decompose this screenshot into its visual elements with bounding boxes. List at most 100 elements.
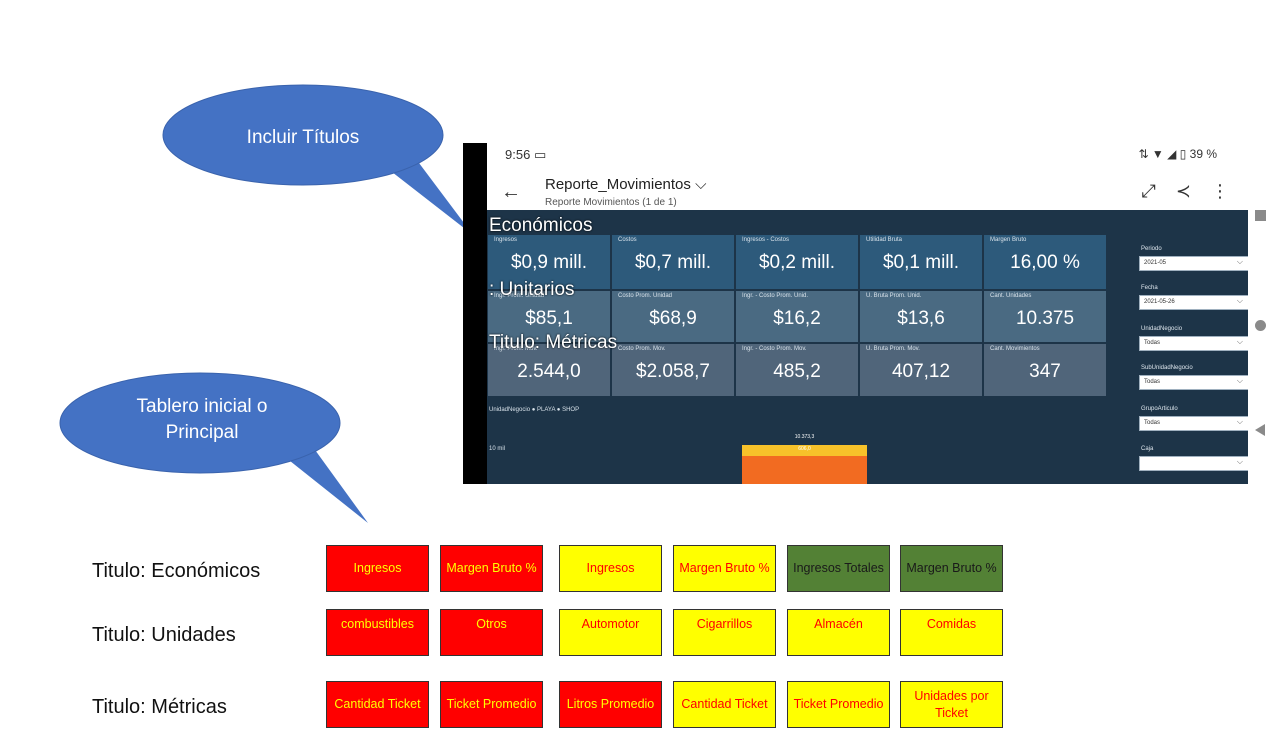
- kpi-value: $0,7 mill.: [634, 252, 712, 273]
- callout-text: Incluir Títulos: [246, 127, 360, 148]
- indicator-box: Almacén: [787, 609, 890, 656]
- bar-segment-label: 606,0: [798, 446, 811, 452]
- kpi-value: 10.375: [1015, 308, 1075, 329]
- kpi-label: U. Bruta Prom. Mov.: [866, 346, 920, 352]
- kpi-tile[interactable]: U. Bruta Prom. Mov. 407,12: [859, 343, 983, 397]
- filter-dropdown[interactable]: 2021-05: [1139, 256, 1249, 271]
- phone-edge: [463, 143, 487, 484]
- kpi-value: $2.058,7: [636, 361, 710, 382]
- indicator-box: Automotor: [559, 609, 662, 656]
- kpi-value: 407,12: [891, 361, 951, 382]
- filter-label: UnidadNegocio: [1141, 326, 1183, 332]
- more-icon[interactable]: ⋮: [1211, 181, 1229, 202]
- kpi-tile[interactable]: Costo Prom. Unidad $68,9: [611, 290, 735, 343]
- callout-incluir-titulos: Incluir Títulos: [162, 84, 473, 235]
- chevron-down-icon: ⌵: [695, 176, 707, 193]
- kpi-label: Utilidad Bruta: [866, 237, 903, 243]
- kpi-tile[interactable]: Ingresos - Costos $0,2 mill.: [735, 234, 859, 290]
- callout-text: Tablero inicial o Principal: [136, 396, 268, 443]
- indicator-box: Otros: [440, 609, 543, 656]
- kpi-value: $85,1: [525, 308, 573, 329]
- kpi-label: Ingr. - Costo Prom. Unid.: [742, 293, 809, 299]
- row-title: Titulo: Económicos: [92, 560, 261, 582]
- indicator-box: Margen Bruto %: [900, 545, 1003, 592]
- indicator-box: Unidades por Ticket: [900, 681, 1003, 728]
- kpi-label: U. Bruta Prom. Unid.: [866, 293, 922, 299]
- kpi-label: Ingr. - Costo Prom. Mov.: [742, 346, 807, 352]
- filter-label: GrupoArticulo: [1141, 406, 1178, 412]
- signal-icon: ⇅ ▼ ◢ ▯: [1138, 147, 1190, 161]
- kpi-value: $0,1 mill.: [882, 252, 960, 273]
- status-bar-time: 9:56 ▭: [505, 147, 547, 162]
- report-subtitle: Reporte Movimientos (1 de 1): [545, 197, 677, 208]
- kpi-tile[interactable]: Costo Prom. Mov. $2.058,7: [611, 343, 735, 397]
- kpi-value: $68,9: [649, 308, 697, 329]
- kpi-tile[interactable]: Ingr. - Costo Prom. Unid. $16,2: [735, 290, 859, 343]
- kpi-value: $0,9 mill.: [510, 252, 588, 273]
- phone-screenshot: 9:56 ▭ ⇅ ▼ ◢ ▯ 39 % ← Reporte_Movimiento…: [463, 143, 1249, 484]
- kpi-tile[interactable]: Margen Bruto 16,00 %: [983, 234, 1107, 290]
- indicator-box: Cantidad Ticket: [673, 681, 776, 728]
- speech-bubble-shape: [162, 84, 473, 235]
- dashboard-canvas: Ingresos $0,9 mill. Costos $0,7 mill. Ingres…: [487, 210, 1249, 484]
- overlay-title-unitarios: : Unitarios: [489, 279, 575, 300]
- kpi-label: Costo Prom. Unidad: [618, 293, 673, 299]
- indicator-box: Margen Bruto %: [440, 545, 543, 592]
- overlay-title-economicos: Económicos: [489, 215, 593, 236]
- indicator-box: Cigarrillos: [673, 609, 776, 656]
- back-nav-icon[interactable]: [1255, 424, 1265, 436]
- filter-label: Fecha: [1141, 285, 1158, 291]
- home-icon[interactable]: [1255, 320, 1266, 331]
- kpi-label: Costos: [618, 237, 637, 243]
- share-icon[interactable]: ≺: [1176, 181, 1191, 202]
- cast-icon: ▭: [533, 147, 547, 162]
- report-title[interactable]: Reporte_Movimientos ⌵: [545, 176, 706, 193]
- kpi-value: $0,2 mill.: [758, 252, 836, 273]
- kpi-tile[interactable]: U. Bruta Prom. Unid. $13,6: [859, 290, 983, 343]
- indicator-box: Litros Promedio: [559, 681, 662, 728]
- filter-label: Caja: [1141, 446, 1154, 452]
- kpi-tile[interactable]: Cant. Movimientos 347: [983, 343, 1107, 397]
- indicator-box: Ticket Promedio: [787, 681, 890, 728]
- back-arrow-icon[interactable]: ←: [501, 181, 521, 204]
- kpi-tile[interactable]: Cant. Unidades 10.375: [983, 290, 1107, 343]
- row-title: Titulo: Unidades: [92, 624, 236, 646]
- row-title: Titulo: Métricas: [92, 696, 227, 718]
- kpi-label: Margen Bruto: [990, 237, 1027, 243]
- bar-total-label: 10.373,3: [794, 434, 815, 440]
- kpi-value: 485,2: [773, 361, 821, 382]
- kpi-label: Ingresos: [494, 237, 518, 243]
- filter-dropdown[interactable]: Todas: [1139, 375, 1249, 390]
- indicator-box: Ingresos Totales: [787, 545, 890, 592]
- indicator-box: Cantidad Ticket: [326, 681, 429, 728]
- indicator-box: Ticket Promedio: [440, 681, 543, 728]
- kpi-tile[interactable]: Costos $0,7 mill.: [611, 234, 735, 290]
- filter-dropdown[interactable]: 2021-05-26: [1139, 295, 1249, 310]
- filter-panel: Periodo 2021-05 Fecha 2021-05-26 UnidadNegoc…: [1137, 210, 1249, 484]
- filter-dropdown[interactable]: Todas: [1139, 416, 1249, 431]
- filter-dropdown[interactable]: Todas: [1139, 336, 1249, 351]
- callout-tablero-inicial: Tablero inicial o Principal: [59, 372, 368, 523]
- kpi-tile[interactable]: Utilidad Bruta $0,1 mill.: [859, 234, 983, 290]
- indicator-box: Ingresos: [326, 545, 429, 592]
- kpi-tile[interactable]: Ingr. - Costo Prom. Mov. 485,2: [735, 343, 859, 397]
- overlay-title-metricas: Titulo: Métricas: [489, 332, 618, 353]
- indicator-box: Margen Bruto %: [673, 545, 776, 592]
- recents-icon[interactable]: [1255, 210, 1266, 221]
- kpi-value: 347: [1029, 361, 1061, 382]
- kpi-value: 16,00 %: [1010, 252, 1080, 273]
- battery-level: 39 %: [1189, 147, 1217, 161]
- app-actions: ⤢ ≺ ⋮: [1142, 181, 1230, 202]
- kpi-label: Ingresos - Costos: [742, 237, 790, 243]
- filter-dropdown[interactable]: [1139, 456, 1249, 471]
- bar-playa[interactable]: [742, 456, 867, 484]
- kpi-label: Costo Prom. Mov.: [618, 346, 666, 352]
- kpi-value: $16,2: [773, 308, 821, 329]
- indicator-box: combustibles: [326, 609, 429, 656]
- expand-icon[interactable]: ⤢: [1142, 181, 1156, 202]
- kpi-label: Cant. Movimientos: [990, 346, 1040, 352]
- chart-axis-label: 10 mil: [489, 446, 506, 452]
- indicator-box: Ingresos: [559, 545, 662, 592]
- chart-legend: UnidadNegocio ● PLAYA ● SHOP: [489, 407, 580, 413]
- kpi-label: Cant. Unidades: [990, 293, 1032, 299]
